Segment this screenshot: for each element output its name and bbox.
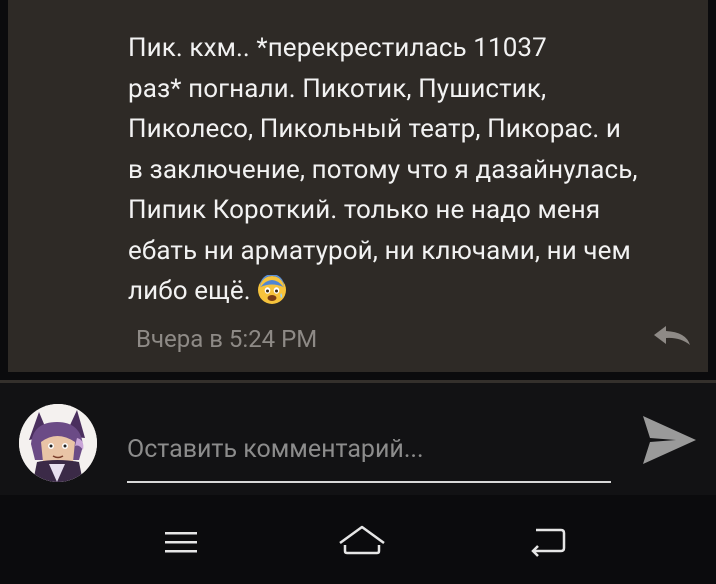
comment-composer — [0, 383, 716, 495]
screen: Пик. кхм.. *перекрестилась 11037 раз* по… — [0, 0, 716, 584]
send-icon[interactable] — [640, 411, 698, 469]
comment-timestamp: Вчера в 5:24 PM — [136, 325, 318, 353]
home-icon[interactable] — [336, 517, 388, 567]
back-icon[interactable] — [524, 517, 574, 567]
system-navigation-bar — [0, 495, 716, 584]
comment-body: Пик. кхм.. *перекрестилась 11037 раз* по… — [128, 28, 693, 312]
user-avatar[interactable] — [19, 404, 97, 482]
comment-input[interactable] — [127, 417, 611, 483]
comment-text: Пик. кхм.. *перекрестилась 11037 раз* по… — [128, 33, 638, 306]
avatar-image — [19, 404, 97, 482]
comment-card: Пик. кхм.. *перекрестилась 11037 раз* по… — [8, 0, 708, 372]
fearful-face-emoji-icon — [257, 275, 286, 304]
menu-icon[interactable] — [156, 517, 206, 567]
reply-arrow-icon[interactable] — [648, 316, 696, 356]
